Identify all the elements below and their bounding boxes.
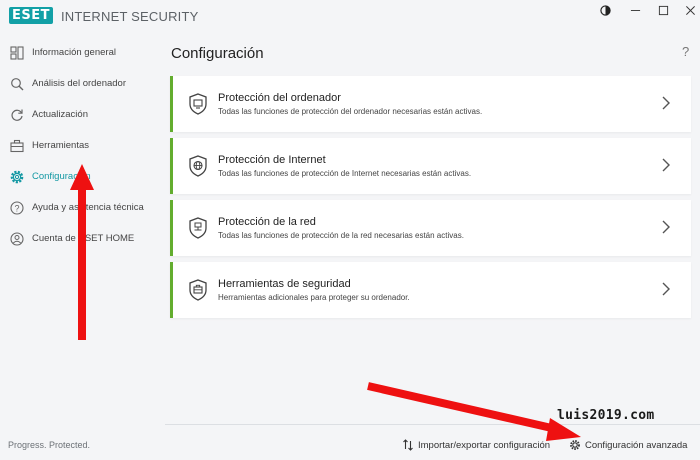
scan-icon	[9, 76, 25, 92]
minimize-icon	[630, 9, 640, 11]
update-icon	[9, 107, 25, 123]
card-description: Todas las funciones de protección del or…	[218, 107, 483, 116]
card-title: Herramientas de seguridad	[218, 278, 351, 290]
maximize-icon	[658, 5, 668, 15]
close-icon	[685, 5, 695, 15]
card-network-protection[interactable]: Protección de la red Todas las funciones…	[170, 200, 691, 256]
card-description: Herramientas adicionales para proteger s…	[218, 293, 410, 302]
eset-logo: ESET	[9, 7, 53, 24]
theme-toggle-button[interactable]	[590, 2, 620, 18]
tools-icon	[9, 138, 25, 154]
card-title: Protección de Internet	[218, 154, 326, 166]
sidebar-item-label: Análisis del ordenador	[32, 78, 127, 89]
chevron-right-icon	[662, 220, 670, 234]
import-export-icon	[403, 439, 413, 451]
sidebar-item-scan[interactable]: Análisis del ordenador	[0, 69, 157, 99]
toolbox-shield-icon	[188, 279, 208, 301]
minimize-button[interactable]	[620, 2, 650, 18]
maximize-button[interactable]	[648, 2, 678, 18]
chevron-right-icon	[662, 158, 670, 172]
advanced-settings-button[interactable]: Configuración avanzada	[569, 439, 687, 451]
computer-shield-icon	[188, 93, 208, 115]
sidebar-item-help[interactable]: ? Ayuda y asistencia técnica	[0, 193, 157, 223]
card-title: Protección de la red	[218, 216, 316, 228]
title-bar: ESET INTERNET SECURITY	[0, 0, 700, 34]
account-icon	[9, 231, 25, 247]
card-title: Protección del ordenador	[218, 92, 341, 104]
chevron-right-icon	[662, 96, 670, 110]
overview-icon	[9, 45, 25, 61]
bottom-divider	[165, 424, 700, 425]
card-security-tools[interactable]: Herramientas de seguridad Herramientas a…	[170, 262, 691, 318]
sidebar: Información general Análisis del ordenad…	[0, 34, 157, 460]
card-description: Todas las funciones de protección de Int…	[218, 169, 472, 178]
import-export-label: Importar/exportar configuración	[418, 439, 551, 451]
svg-text:?: ?	[14, 203, 19, 213]
network-shield-icon	[188, 217, 208, 239]
sidebar-item-label: Cuenta de ESET HOME	[32, 233, 135, 244]
sidebar-item-update[interactable]: Actualización	[0, 100, 157, 130]
sidebar-item-label: Herramientas	[32, 140, 90, 151]
help-icon: ?	[9, 200, 25, 216]
red-arrow-diagonal	[367, 382, 581, 441]
sidebar-item-label: Ayuda y asistencia técnica	[32, 202, 144, 213]
app-title: INTERNET SECURITY	[61, 9, 199, 24]
watermark-text: luis2019.com	[557, 408, 655, 423]
sidebar-item-overview[interactable]: Información general	[0, 38, 157, 68]
sidebar-item-account[interactable]: Cuenta de ESET HOME	[0, 224, 157, 254]
sidebar-item-settings[interactable]: Configuración	[0, 162, 157, 192]
close-button[interactable]	[675, 2, 700, 18]
gear-icon	[9, 169, 25, 185]
sidebar-item-label: Configuración	[32, 171, 91, 182]
advanced-settings-label: Configuración avanzada	[585, 439, 688, 451]
sidebar-item-label: Actualización	[32, 109, 88, 120]
card-description: Todas las funciones de protección de la …	[218, 231, 464, 240]
sidebar-item-label: Información general	[32, 47, 116, 58]
page-title: Configuración	[171, 45, 264, 62]
status-text: Progress. Protected.	[8, 440, 91, 450]
half-circle-icon	[599, 4, 611, 16]
import-export-button[interactable]: Importar/exportar configuración	[402, 439, 550, 451]
help-question-button[interactable]: ?	[682, 44, 689, 59]
chevron-right-icon	[662, 282, 670, 296]
sidebar-item-tools[interactable]: Herramientas	[0, 131, 157, 161]
card-internet-protection[interactable]: Protección de Internet Todas las funcion…	[170, 138, 691, 194]
gear-icon	[570, 440, 580, 450]
globe-shield-icon	[188, 155, 208, 177]
card-computer-protection[interactable]: Protección del ordenador Todas las funci…	[170, 76, 691, 132]
